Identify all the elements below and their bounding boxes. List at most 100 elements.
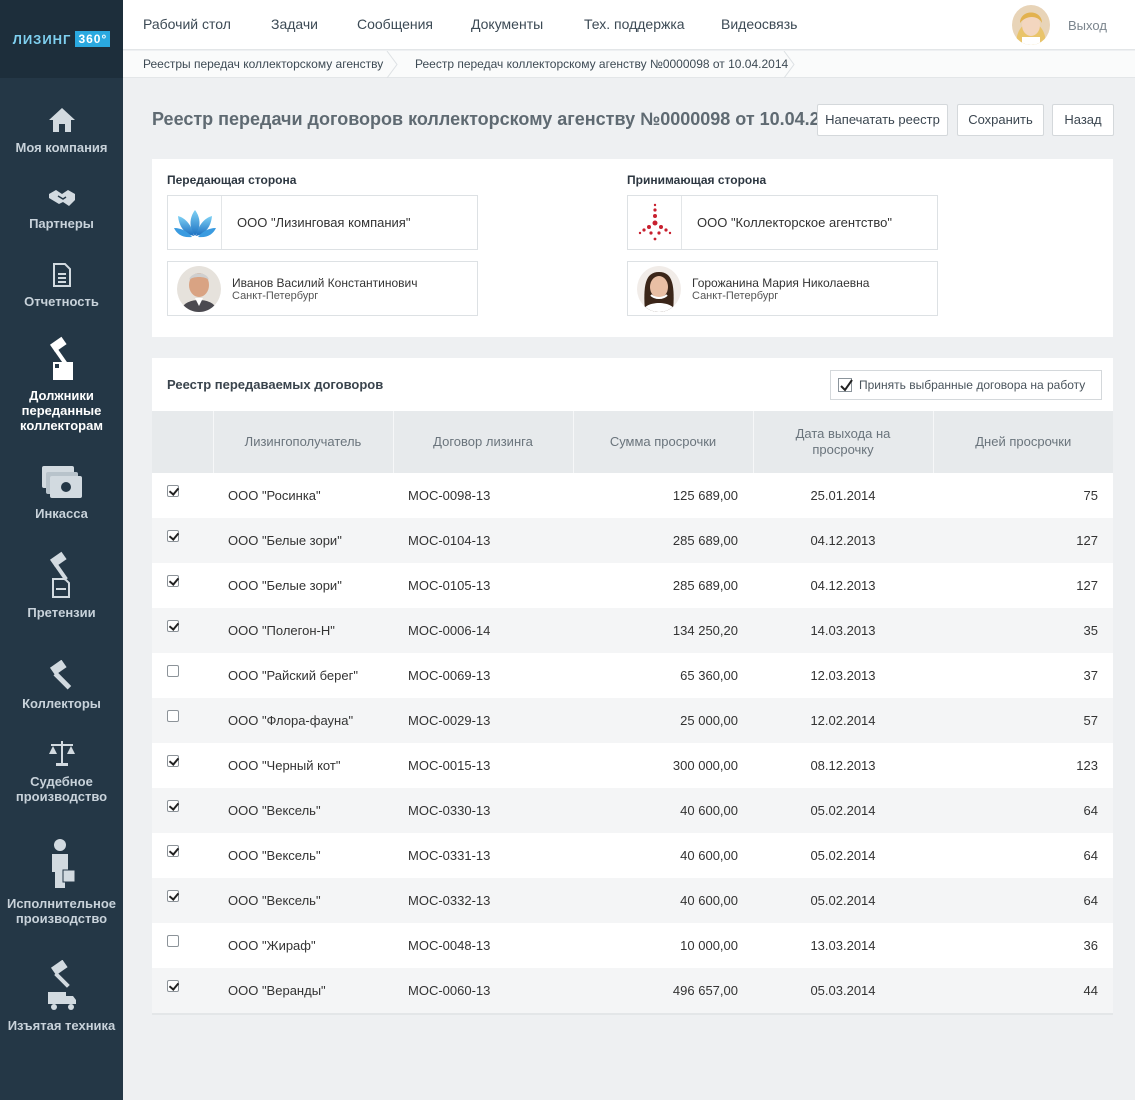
row-select-cell [152, 473, 213, 518]
save-button[interactable]: Сохранить [957, 104, 1044, 136]
row-checkbox[interactable] [167, 845, 179, 857]
print-registry-button[interactable]: Напечатать реестр [817, 104, 948, 136]
row-select-cell [152, 833, 213, 878]
table-row[interactable]: ООО "Флора-фауна" МОС-0029-13 25 000,00 12.… [152, 698, 1113, 743]
sidebar-item-reports[interactable]: Отчетность [0, 262, 123, 309]
accept-contracts-label: Принять выбранные договора на работу [859, 378, 1086, 392]
contracts-table: Лизингополучатель Договор лизинга Сумма … [152, 411, 1113, 1013]
table-row[interactable]: ООО "Райский берег" МОС-0069-13 65 360,00 1… [152, 653, 1113, 698]
table-row[interactable]: ООО "Белые зори" МОС-0104-13 285 689,00 04.… [152, 518, 1113, 563]
col-lessee[interactable]: Лизингополучатель [213, 411, 394, 473]
receiver-company-card[interactable]: ООО "Коллекторское агентство" [627, 195, 938, 250]
row-checkbox[interactable] [167, 620, 179, 632]
row-checkbox[interactable] [167, 980, 179, 992]
row-checkbox[interactable] [167, 485, 179, 497]
sidebar-item-court[interactable]: Судебное производство [0, 738, 123, 804]
sender-title: Передающая сторона [167, 173, 297, 187]
row-checkbox[interactable] [167, 530, 179, 542]
table-row[interactable]: ООО "Вексель" МОС-0330-13 40 600,00 05.02.2… [152, 788, 1113, 833]
row-checkbox[interactable] [167, 800, 179, 812]
contract-cell: МОС-0048-13 [408, 938, 491, 953]
logout-link[interactable]: Выход [1068, 18, 1107, 33]
row-checkbox[interactable] [167, 665, 179, 677]
lessee-cell: ООО "Флора-фауна" [213, 698, 393, 743]
overdue-sum-cell: 10 000,00 [680, 938, 738, 953]
row-select-cell [152, 923, 213, 968]
breadcrumb-separator-icon [783, 51, 795, 78]
lessee-cell: ООО "Веранды" [213, 968, 393, 1013]
row-checkbox[interactable] [167, 575, 179, 587]
contract-cell: МОС-0060-13 [393, 968, 573, 1013]
overdue-days-cell: 123 [1076, 758, 1098, 773]
lessee-cell: ООО "Черный кот" [228, 758, 341, 773]
sidebar-item-enforcement[interactable]: Исполнительное производство [0, 838, 123, 926]
overdue-date-cell: 25.01.2014 [810, 488, 876, 503]
overdue-sum-cell: 134 250,20 [573, 608, 753, 653]
col-overdue-sum[interactable]: Сумма просрочки [573, 411, 754, 473]
handshake-icon [48, 190, 75, 206]
col-contract[interactable]: Договор лизинга [393, 411, 574, 473]
accept-contracts-button[interactable]: Принять выбранные договора на работу [830, 370, 1102, 400]
breadcrumb-current[interactable]: Реестр передач коллекторскому агенству №… [415, 57, 788, 71]
overdue-date-cell: 04.12.2013 [810, 578, 876, 593]
overdue-date-cell: 08.12.2013 [810, 758, 876, 773]
contract-cell: МОС-0098-13 [408, 488, 491, 503]
overdue-date-cell: 12.02.2014 [753, 698, 933, 743]
overdue-days-cell: 127 [933, 518, 1113, 563]
table-row[interactable]: ООО "Вексель" МОС-0332-13 40 600,00 05.02.2… [152, 878, 1113, 923]
money-icon [41, 466, 82, 498]
sidebar-item-seized[interactable]: Изъятая техника [0, 960, 123, 1033]
sender-company-card[interactable]: ООО "Лизинговая компания" [167, 195, 478, 250]
row-checkbox[interactable] [167, 710, 179, 722]
breadcrumb-registries[interactable]: Реестры передач коллекторскому агенству [143, 57, 383, 71]
sidebar-item-claims[interactable]: Претензии [0, 551, 123, 620]
sidebar-item-my-company[interactable]: Моя компания [0, 106, 123, 155]
topnav-documents[interactable]: Документы [471, 16, 543, 32]
overdue-days-cell: 127 [1076, 578, 1098, 593]
topnav-tasks[interactable]: Задачи [271, 16, 318, 32]
receiver-person-card[interactable]: Горожанина Мария Николаевна Санкт-Петерб… [627, 261, 938, 316]
checkbox-icon [838, 378, 853, 392]
sender-company-name: ООО "Лизинговая компания" [237, 215, 411, 230]
back-button[interactable]: Назад [1052, 104, 1114, 136]
overdue-days-cell: 57 [933, 698, 1113, 743]
col-select [152, 411, 214, 473]
table-row[interactable]: ООО "Вексель" МОС-0331-13 40 600,00 05.02.2… [152, 833, 1113, 878]
app-logo[interactable]: ЛИЗИНГ 360° [0, 0, 123, 78]
overdue-date-cell: 05.02.2014 [753, 788, 933, 833]
receiver-person-name: Горожанина Мария Николаевна [692, 276, 870, 290]
lessee-cell: ООО "Вексель" [213, 788, 393, 833]
row-checkbox[interactable] [167, 890, 179, 902]
overdue-sum-cell: 285 689,00 [573, 518, 753, 563]
top-navigation: Рабочий стол Задачи Сообщения Документы … [123, 0, 1135, 50]
table-row[interactable]: ООО "Черный кот" МОС-0015-13 300 000,00 08.… [152, 743, 1113, 788]
overdue-sum-cell: 40 600,00 [573, 788, 753, 833]
sidebar-item-incasso[interactable]: Инкасса [0, 464, 123, 521]
sidebar-item-partners[interactable]: Партнеры [0, 186, 123, 231]
row-checkbox[interactable] [167, 935, 179, 947]
topnav-messages[interactable]: Сообщения [357, 16, 433, 32]
overdue-days-cell: 75 [1083, 488, 1098, 503]
topnav-support[interactable]: Тех. поддержка [584, 16, 685, 32]
col-overdue-date[interactable]: Дата выхода на просрочку [753, 411, 934, 473]
sidebar-item-debtors[interactable]: Должники переданные коллекторам [0, 336, 123, 433]
table-row[interactable]: ООО "Полегон-Н" МОС-0006-14 134 250,20 14.0… [152, 608, 1113, 653]
contract-cell: МОС-0006-14 [393, 608, 573, 653]
table-row[interactable]: ООО "Веранды" МОС-0060-13 496 657,00 05.03.… [152, 968, 1113, 1013]
table-row[interactable]: ООО "Жираф" МОС-0048-13 10 000,00 13.03.201… [152, 923, 1113, 968]
row-select-cell [152, 743, 213, 788]
overdue-date-cell: 14.03.2013 [753, 608, 933, 653]
overdue-days-cell: 64 [1083, 848, 1098, 863]
table-row[interactable]: ООО "Белые зори" МОС-0105-13 285 689,00 04.… [152, 563, 1113, 608]
col-overdue-days[interactable]: Дней просрочки [933, 411, 1113, 473]
overdue-days-cell: 36 [1083, 938, 1098, 953]
row-checkbox[interactable] [167, 755, 179, 767]
topnav-videocall[interactable]: Видеосвязь [721, 16, 797, 32]
user-avatar[interactable] [1012, 5, 1050, 45]
sender-person-card[interactable]: Иванов Василий Константинович Санкт-Пете… [167, 261, 478, 316]
row-select-cell [152, 878, 213, 923]
lessee-cell: ООО "Жираф" [228, 938, 316, 953]
table-row[interactable]: ООО "Росинка" МОС-0098-13 125 689,00 25.01.… [152, 473, 1113, 518]
topnav-desktop[interactable]: Рабочий стол [143, 16, 231, 32]
sidebar-item-collectors[interactable]: Коллекторы [0, 660, 123, 711]
